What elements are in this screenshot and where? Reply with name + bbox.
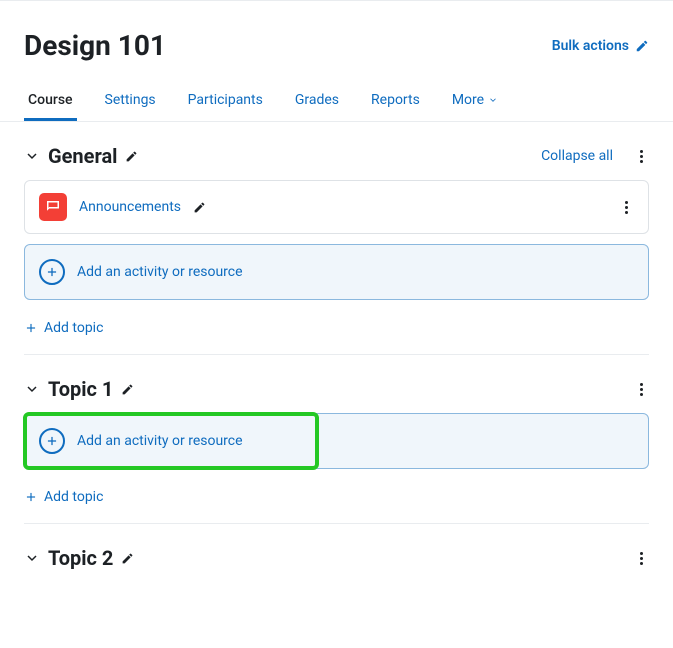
activity-name[interactable]: Announcements <box>79 199 181 215</box>
add-activity-label: Add an activity or resource <box>77 433 243 449</box>
section-title-text: Topic 2 <box>48 546 113 570</box>
section-topic-2: Topic 2 <box>0 524 673 582</box>
kebab-icon[interactable] <box>618 199 634 215</box>
section-title: Topic 1 <box>48 377 134 401</box>
add-topic-label: Add topic <box>44 489 103 505</box>
pencil-icon[interactable] <box>121 552 134 565</box>
collapse-all-link[interactable]: Collapse all <box>541 148 613 164</box>
tab-more-label: More <box>452 92 484 108</box>
forum-icon <box>39 193 67 221</box>
course-tabs: Course Settings Participants Grades Repo… <box>0 82 673 122</box>
activity-card[interactable]: Announcements <box>24 180 649 234</box>
bulk-actions-link[interactable]: Bulk actions <box>552 38 649 54</box>
tab-grades[interactable]: Grades <box>291 82 343 121</box>
add-topic-link[interactable]: Add topic <box>24 469 649 524</box>
tab-participants[interactable]: Participants <box>184 82 267 121</box>
chevron-down-icon[interactable] <box>24 381 40 397</box>
add-activity-row: Add an activity or resource <box>24 413 649 469</box>
tab-settings[interactable]: Settings <box>101 82 160 121</box>
section-title-text: Topic 1 <box>48 377 113 401</box>
chevron-down-icon[interactable] <box>24 550 40 566</box>
pencil-icon[interactable] <box>125 150 138 163</box>
tab-course[interactable]: Course <box>24 82 77 121</box>
section-title-text: General <box>48 144 117 168</box>
kebab-icon[interactable] <box>633 381 649 397</box>
plus-circle-icon <box>39 428 65 454</box>
plus-icon <box>24 490 38 504</box>
pencil-icon[interactable] <box>121 383 134 396</box>
add-topic-label: Add topic <box>44 320 103 336</box>
section-general: General Collapse all Announcements <box>0 122 673 355</box>
pencil-icon[interactable] <box>193 201 206 214</box>
kebab-icon[interactable] <box>633 148 649 164</box>
section-title: Topic 2 <box>48 546 134 570</box>
kebab-icon[interactable] <box>633 550 649 566</box>
add-activity-button[interactable]: Add an activity or resource <box>25 414 317 468</box>
tab-more[interactable]: More <box>448 82 502 121</box>
section-title: General <box>48 144 138 168</box>
tab-reports[interactable]: Reports <box>367 82 424 121</box>
plus-icon <box>24 321 38 335</box>
add-topic-link[interactable]: Add topic <box>24 300 649 355</box>
bulk-actions-label: Bulk actions <box>552 38 629 54</box>
plus-circle-icon <box>39 259 65 285</box>
chevron-down-icon <box>488 95 498 105</box>
add-activity-label: Add an activity or resource <box>77 264 243 280</box>
add-activity-button[interactable]: Add an activity or resource <box>24 244 649 300</box>
pencil-icon <box>635 39 649 53</box>
course-title: Design 101 <box>24 29 166 62</box>
section-topic-1: Topic 1 Add an activity or resource Add … <box>0 355 673 524</box>
chevron-down-icon[interactable] <box>24 148 40 164</box>
